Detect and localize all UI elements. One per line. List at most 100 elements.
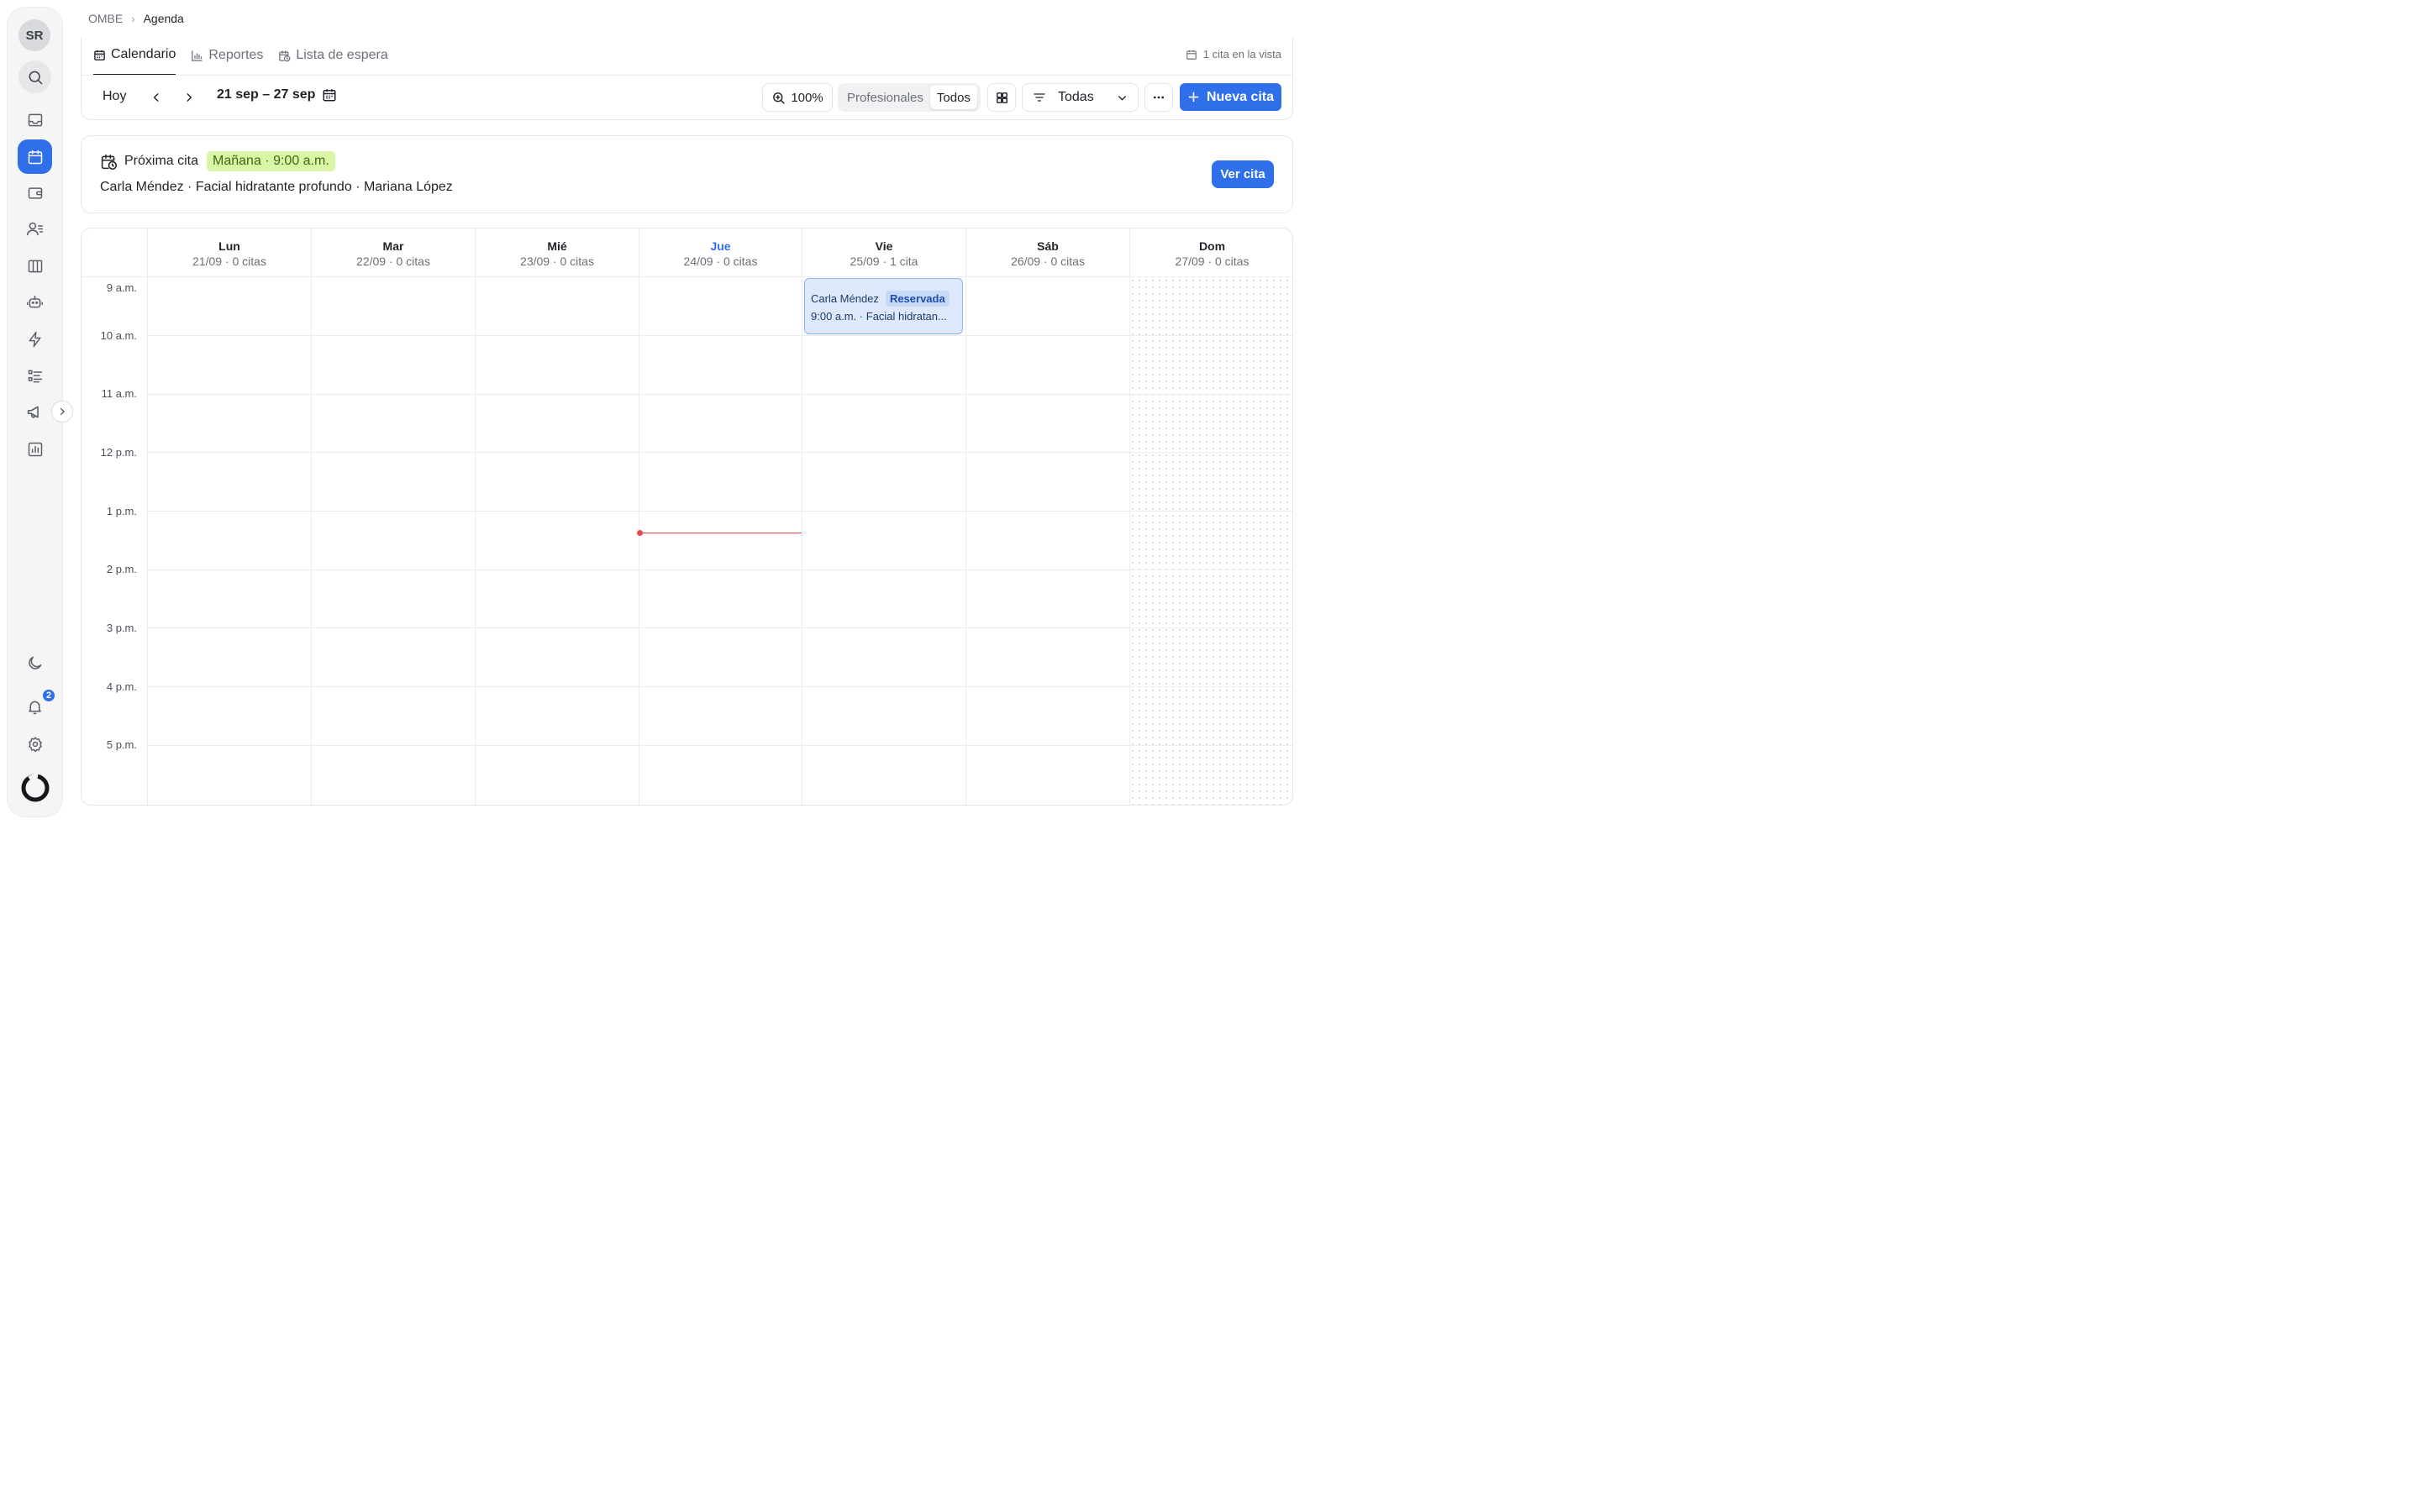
breadcrumb-root[interactable]: OMBE xyxy=(88,12,123,25)
hour-line xyxy=(147,394,1292,395)
hour-line xyxy=(147,511,1292,512)
next-appointment-time-badge: Mañana · 9:00 a.m. xyxy=(207,151,335,171)
staff-filter-segment: Profesionales Todos xyxy=(838,83,981,112)
day-header-mie[interactable]: Mié 23/09 · 0 citas xyxy=(475,228,639,277)
date-range-picker[interactable]: 21 sep – 27 sep xyxy=(217,87,337,102)
zoom-level: 100% xyxy=(791,90,823,105)
breadcrumb-current: Agenda xyxy=(143,12,184,25)
today-button[interactable]: Hoy xyxy=(103,89,126,104)
day-header-vie[interactable]: Vie 25/09 · 1 cita xyxy=(802,228,965,277)
sidebar-expand-button[interactable] xyxy=(51,401,73,423)
column-line xyxy=(965,277,966,805)
tab-label: Reportes xyxy=(208,48,264,62)
day-header-jue[interactable]: Jue 24/09 · 0 citas xyxy=(639,228,802,277)
hour-label: 11 a.m. xyxy=(101,387,137,400)
day-name: Lun xyxy=(218,239,240,253)
segment-profesionales[interactable]: Profesionales xyxy=(840,86,930,109)
new-appointment-label: Nueva cita xyxy=(1206,89,1275,104)
day-header-lun[interactable]: Lun 21/09 · 0 citas xyxy=(147,228,311,277)
gear-icon xyxy=(27,736,44,753)
chevron-right-icon xyxy=(57,407,67,417)
calendar-icon xyxy=(27,149,44,165)
day-summary: 27/09 · 0 citas xyxy=(1175,255,1249,268)
hour-label: 9 a.m. xyxy=(106,281,137,294)
sidebar-item-wallet[interactable] xyxy=(18,176,52,210)
new-appointment-button[interactable]: Nueva cita xyxy=(1180,83,1281,111)
calendar-icon xyxy=(93,49,106,61)
day-summary: 21/09 · 0 citas xyxy=(192,255,266,268)
hour-label: 2 p.m. xyxy=(106,563,137,575)
zoom-in-icon xyxy=(771,91,786,105)
day-summary: 24/09 · 0 citas xyxy=(683,255,758,268)
column-line xyxy=(1129,277,1130,805)
bar-chart-icon xyxy=(27,441,44,458)
tab-calendario[interactable]: Calendario xyxy=(93,37,176,76)
next-week-button[interactable] xyxy=(181,89,197,106)
theme-toggle[interactable] xyxy=(18,646,52,680)
prev-week-button[interactable] xyxy=(148,89,165,106)
breadcrumb: OMBE › Agenda xyxy=(88,12,184,25)
column-line xyxy=(311,277,312,805)
notification-badge: 2 xyxy=(41,688,56,703)
hour-label: 5 p.m. xyxy=(106,738,137,751)
chevron-right-icon xyxy=(183,92,195,103)
hour-line xyxy=(147,335,1292,336)
column-line xyxy=(475,277,476,805)
sidebar-item-inbox[interactable] xyxy=(18,102,52,137)
next-appointment-detail: Carla Méndez · Facial hidratante profund… xyxy=(100,180,453,194)
appointment-event[interactable]: Carla Méndez Reservada 9:00 a.m. · Facia… xyxy=(804,278,963,334)
layout-toggle-button[interactable] xyxy=(987,83,1016,112)
robot-icon xyxy=(26,293,44,311)
hour-label: 1 p.m. xyxy=(106,505,137,517)
day-name: Vie xyxy=(875,239,893,253)
day-header-dom[interactable]: Dom 27/09 · 0 citas xyxy=(1129,228,1292,277)
sidebar-item-clients[interactable] xyxy=(18,212,52,246)
hour-line xyxy=(147,686,1292,687)
day-name: Jue xyxy=(710,239,731,253)
filter-icon xyxy=(1033,91,1046,104)
sidebar-item-assistant[interactable] xyxy=(18,285,52,319)
ellipsis-icon xyxy=(1152,91,1165,104)
status-filter-select[interactable]: Todas xyxy=(1022,83,1139,112)
day-summary: 22/09 · 0 citas xyxy=(356,255,430,268)
inbox-icon xyxy=(27,112,44,129)
view-count-text: 1 cita en la vista xyxy=(1202,48,1281,60)
sidebar-item-campaigns[interactable] xyxy=(18,395,52,429)
next-appointment-card: Próxima cita Mañana · 9:00 a.m. Carla Mé… xyxy=(81,135,1293,213)
calendar-clock-icon xyxy=(278,50,291,62)
zoom-button[interactable]: 100% xyxy=(762,83,833,112)
bell-icon xyxy=(26,698,44,716)
view-appointment-button[interactable]: Ver cita xyxy=(1212,160,1274,188)
column-line xyxy=(147,277,148,805)
event-client: Carla Méndez xyxy=(811,292,879,305)
day-header-sab[interactable]: Sáb 26/09 · 0 citas xyxy=(965,228,1129,277)
hour-label: 10 a.m. xyxy=(100,329,137,342)
date-range-label: 21 sep – 27 sep xyxy=(217,87,316,102)
settings-button[interactable] xyxy=(18,727,52,761)
sidebar-item-board[interactable] xyxy=(18,249,52,283)
next-appointment-header: Próxima cita Mañana · 9:00 a.m. xyxy=(100,151,335,171)
sidebar-item-reports[interactable] xyxy=(18,432,52,466)
hour-line xyxy=(147,745,1292,746)
more-options-button[interactable] xyxy=(1144,83,1173,112)
checklist-icon xyxy=(27,368,44,385)
hour-label: 12 p.m. xyxy=(100,446,137,459)
current-time-dot xyxy=(637,530,643,536)
segment-todos[interactable]: Todos xyxy=(929,86,977,109)
day-header-mar[interactable]: Mar 22/09 · 0 citas xyxy=(311,228,475,277)
tab-reportes[interactable]: Reportes xyxy=(191,37,263,76)
hour-label: 4 p.m. xyxy=(106,680,137,693)
tab-lista-de-espera[interactable]: Lista de espera xyxy=(278,37,388,76)
sidebar-item-automations[interactable] xyxy=(18,322,52,356)
closed-day-column xyxy=(1129,277,1292,805)
calendar-icon xyxy=(322,87,337,102)
sidebar-item-tasks[interactable] xyxy=(18,359,52,393)
brand-logo xyxy=(17,769,54,806)
sidebar-item-calendar[interactable] xyxy=(18,139,52,174)
avatar[interactable]: SR xyxy=(18,19,50,51)
chevron-down-icon xyxy=(1117,92,1128,103)
day-name: Mar xyxy=(382,239,404,253)
header-divider xyxy=(82,276,1292,277)
search-button[interactable] xyxy=(18,60,51,93)
calendar-clock-icon xyxy=(100,153,118,171)
